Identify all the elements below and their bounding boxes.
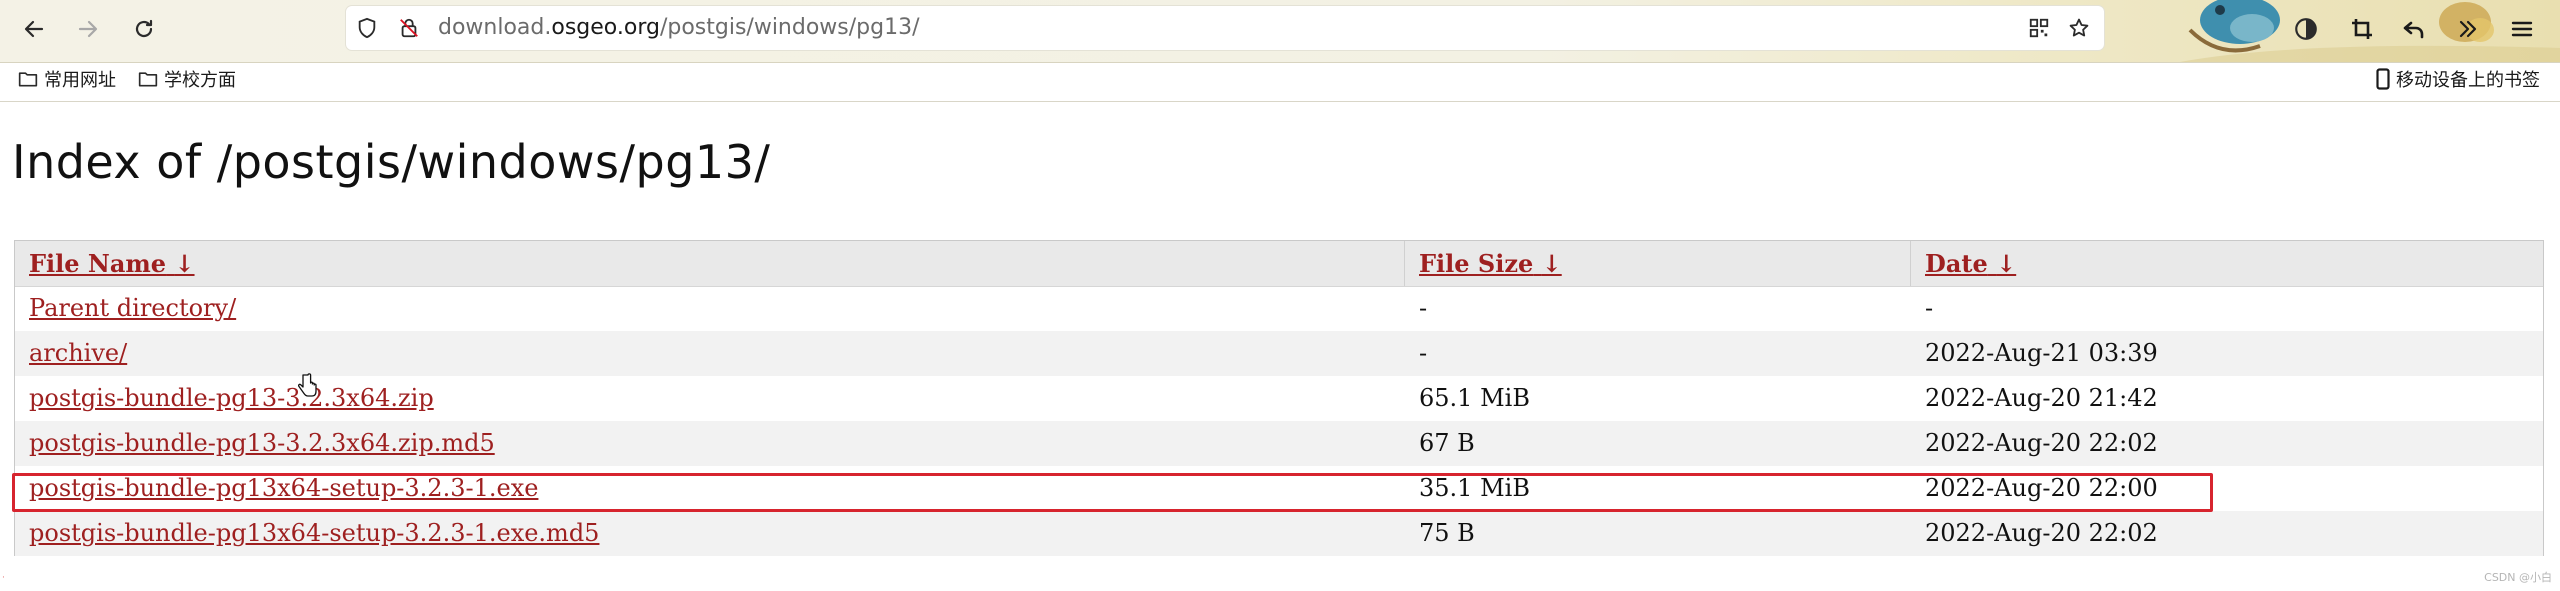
table-row: postgis-bundle-pg13x64-setup-3.2.3-1.exe… [15,511,2543,556]
file-link[interactable]: Parent directory/ [29,294,236,322]
column-divider [1404,241,1405,286]
table-header-row: File Name ↓ File Size ↓ Date ↓ [15,241,2543,287]
bookmark-star-icon[interactable] [2068,17,2090,39]
file-link[interactable]: archive/ [29,339,127,367]
highlight-annotation-box [12,473,2213,512]
file-date: 2022-Aug-20 22:02 [1925,429,2158,457]
bookmark-label: 学校方面 [164,70,236,91]
address-bar[interactable]: download.osgeo.org/postgis/windows/pg13/ [346,6,2104,50]
url-path: /postgis/windows/pg13/ [659,15,920,40]
reload-button[interactable] [128,13,160,45]
crop-icon[interactable] [2346,13,2378,45]
timer-icon[interactable] [2290,13,2322,45]
file-size: - [1419,294,1428,322]
hamburger-menu-icon[interactable] [2506,13,2538,45]
file-link[interactable]: postgis-bundle-pg13-3.2.3x64.zip [29,384,434,412]
file-link[interactable]: postgis-bundle-pg13x64-setup-3.2.3-1.exe… [29,519,599,547]
bookmark-folder-common-sites[interactable]: 常用网址 [18,66,116,92]
file-size: 75 B [1419,519,1475,547]
tracking-protection-shield-icon[interactable] [356,17,378,39]
mobile-bookmarks-label: 移动设备上的书签 [2396,70,2540,91]
url-text[interactable]: download.osgeo.org/postgis/windows/pg13/ [438,6,920,50]
bookmark-label: 常用网址 [44,70,116,91]
header-file-name: File Name ↓ [29,241,195,286]
file-date: 2022-Aug-20 21:42 [1925,384,2158,412]
file-size: 67 B [1419,429,1475,457]
file-date: - [1925,294,1934,322]
browser-toolbar: download.osgeo.org/postgis/windows/pg13/ [0,0,2560,63]
table-row: archive/ - 2022-Aug-21 03:39 [15,331,2543,376]
table-row: postgis-bundle-pg13-3.2.3x64.zip.md5 67 … [15,421,2543,466]
undo-icon[interactable] [2398,13,2430,45]
mobile-device-icon [2376,68,2390,90]
sort-by-file-size-link[interactable]: File Size ↓ [1419,249,1562,278]
watermark: CSDN @小白 [2484,571,2552,584]
page-title: Index of /postgis/windows/pg13/ [12,135,771,189]
sort-by-date-link[interactable]: Date ↓ [1925,249,2016,278]
corner-mark: · [2,573,5,583]
table-row: postgis-bundle-pg13-3.2.3x64.zip 65.1 Mi… [15,376,2543,421]
reload-icon [135,19,153,38]
file-size: 65.1 MiB [1419,384,1530,412]
column-divider [1910,241,1911,286]
hand-pointer-cursor-icon [298,373,317,397]
back-button[interactable] [18,13,50,45]
table-row: Parent directory/ - - [15,286,2543,331]
insecure-lock-icon[interactable] [398,17,420,39]
url-domain: osgeo.org [551,15,660,40]
mobile-bookmarks[interactable]: 移动设备上的书签 [2376,66,2540,92]
bookmark-folder-school[interactable]: 学校方面 [138,66,236,92]
chrome-divider [0,101,2560,102]
header-date: Date ↓ [1925,241,2016,286]
back-arrow-icon [24,20,44,38]
folder-icon [138,72,158,87]
forward-button[interactable] [72,13,104,45]
file-date: 2022-Aug-21 03:39 [1925,339,2158,367]
sort-by-file-name-link[interactable]: File Name ↓ [29,249,195,278]
url-prefix: download. [438,15,552,40]
overflow-chevrons-icon[interactable] [2452,13,2484,45]
folder-icon [18,72,38,87]
forward-arrow-icon [78,20,98,38]
header-file-size: File Size ↓ [1419,241,1562,286]
file-size: - [1419,339,1428,367]
file-link[interactable]: postgis-bundle-pg13-3.2.3x64.zip.md5 [29,429,495,457]
file-date: 2022-Aug-20 22:02 [1925,519,2158,547]
qr-code-icon[interactable] [2028,17,2050,39]
